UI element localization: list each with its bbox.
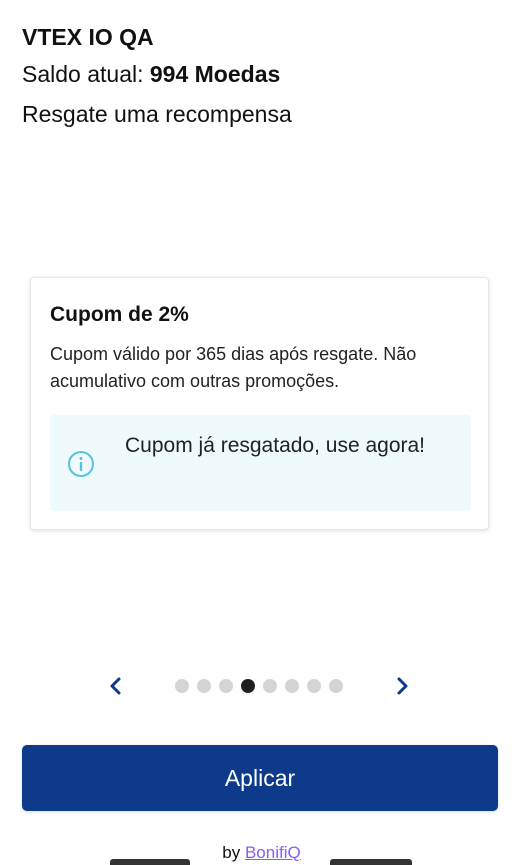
balance-label: Saldo atual: — [22, 61, 150, 87]
reward-card[interactable]: Cupom de 2% Cupom válido por 365 dias ap… — [30, 277, 489, 530]
carousel-dot[interactable] — [175, 679, 189, 693]
balance-line: Saldo atual: 994 Moedas — [22, 54, 501, 94]
balance-value: 994 Moedas — [149, 61, 281, 87]
info-icon — [68, 451, 94, 477]
store-name: VTEX IO QA — [22, 24, 154, 50]
alert-message: Cupom já resgatado, use agora! — [125, 434, 426, 457]
carousel-dot[interactable] — [307, 679, 321, 693]
apply-button[interactable]: Aplicar — [22, 745, 498, 811]
page-subtitle: Resgate uma recompensa — [22, 101, 292, 127]
carousel-dot[interactable] — [263, 679, 277, 693]
carousel-dot-active[interactable] — [241, 679, 255, 693]
carousel-navigation — [0, 668, 523, 704]
powered-by: by BonifiQ — [0, 842, 523, 864]
brand-link[interactable]: BonifiQ — [245, 843, 301, 862]
by-label: by — [222, 843, 245, 862]
reward-description: Cupom válido por 365 dias após resgate. … — [50, 344, 417, 391]
chevron-left-icon[interactable] — [102, 672, 130, 700]
header: VTEX IO QA Saldo atual: 994 Moedas Resga… — [22, 20, 501, 134]
carousel-dot[interactable] — [329, 679, 343, 693]
chevron-right-icon[interactable] — [388, 672, 416, 700]
carousel-dot[interactable] — [197, 679, 211, 693]
carousel-dot[interactable] — [219, 679, 233, 693]
reward-title: Cupom de 2% — [50, 303, 189, 326]
redeemed-alert: Cupom já resgatado, use agora! — [50, 415, 471, 511]
carousel-dot[interactable] — [285, 679, 299, 693]
